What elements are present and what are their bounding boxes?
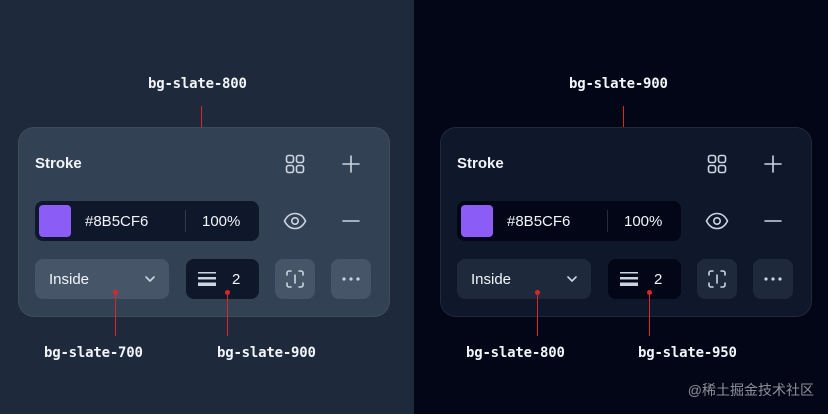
opacity-value[interactable]: 100% <box>202 213 240 230</box>
annotation-line <box>115 292 116 336</box>
visibility-button[interactable] <box>697 201 737 241</box>
stroke-weight-icon <box>620 272 638 286</box>
stroke-weight-value: 2 <box>232 270 241 288</box>
more-button[interactable] <box>753 259 793 299</box>
divider <box>607 210 608 232</box>
stroke-position-select[interactable]: Inside <box>35 259 169 299</box>
stroke-position-value: Inside <box>49 270 90 288</box>
color-field[interactable]: #8B5CF6 100% <box>457 201 681 241</box>
stroke-weight-value: 2 <box>654 270 663 288</box>
annotation-panel-bg: bg-slate-900 <box>569 76 668 92</box>
stroke-sides-icon <box>708 270 726 288</box>
watermark: @稀土掘金技术社区 <box>687 382 814 398</box>
annotation-panel-bg: bg-slate-800 <box>148 76 247 92</box>
right-example: bg-slate-900 Stroke #8B5CF6 100% Inside <box>414 0 828 414</box>
stroke-panel: Stroke #8B5CF6 100% Inside 2 <box>18 127 390 317</box>
panel-title: Stroke <box>35 155 82 172</box>
stroke-sides-button[interactable] <box>697 259 737 299</box>
color-field[interactable]: #8B5CF6 100% <box>35 201 259 241</box>
stroke-position-select[interactable]: Inside <box>457 259 591 299</box>
color-hex[interactable]: #8B5CF6 <box>507 213 607 230</box>
minus-icon <box>764 220 782 222</box>
annotation-select-bg: bg-slate-800 <box>466 345 565 361</box>
stroke-weight-field[interactable]: 2 <box>186 259 259 299</box>
eye-icon <box>705 212 729 230</box>
stroke-weight-icon <box>198 272 216 286</box>
annotation-line <box>649 292 650 336</box>
divider <box>185 210 186 232</box>
grid-icon <box>707 154 727 174</box>
color-swatch[interactable] <box>461 205 493 237</box>
stroke-sides-button[interactable] <box>275 259 315 299</box>
opacity-value[interactable]: 100% <box>624 213 662 230</box>
grid-button[interactable] <box>275 144 315 184</box>
add-button[interactable] <box>331 144 371 184</box>
more-icon <box>764 277 782 281</box>
annotation-weight-bg: bg-slate-900 <box>217 345 316 361</box>
stroke-sides-icon <box>286 270 304 288</box>
remove-button[interactable] <box>753 201 793 241</box>
stroke-panel: Stroke #8B5CF6 100% Inside 2 <box>440 127 812 317</box>
color-swatch[interactable] <box>39 205 71 237</box>
add-button[interactable] <box>753 144 793 184</box>
annotation-select-bg: bg-slate-700 <box>44 345 143 361</box>
grid-button[interactable] <box>697 144 737 184</box>
stroke-weight-field[interactable]: 2 <box>608 259 681 299</box>
eye-icon <box>283 212 307 230</box>
left-example: bg-slate-800 Stroke #8B5CF6 100% Inside <box>0 0 414 414</box>
annotation-weight-bg: bg-slate-950 <box>638 345 737 361</box>
stroke-position-value: Inside <box>471 270 512 288</box>
remove-button[interactable] <box>331 201 371 241</box>
grid-icon <box>285 154 305 174</box>
visibility-button[interactable] <box>275 201 315 241</box>
plus-icon <box>342 155 360 173</box>
plus-icon <box>764 155 782 173</box>
more-icon <box>342 277 360 281</box>
color-hex[interactable]: #8B5CF6 <box>85 213 185 230</box>
panel-title: Stroke <box>457 155 504 172</box>
minus-icon <box>342 220 360 222</box>
chevron-down-icon <box>567 276 577 282</box>
chevron-down-icon <box>145 276 155 282</box>
annotation-line <box>537 292 538 336</box>
annotation-line <box>227 292 228 336</box>
more-button[interactable] <box>331 259 371 299</box>
